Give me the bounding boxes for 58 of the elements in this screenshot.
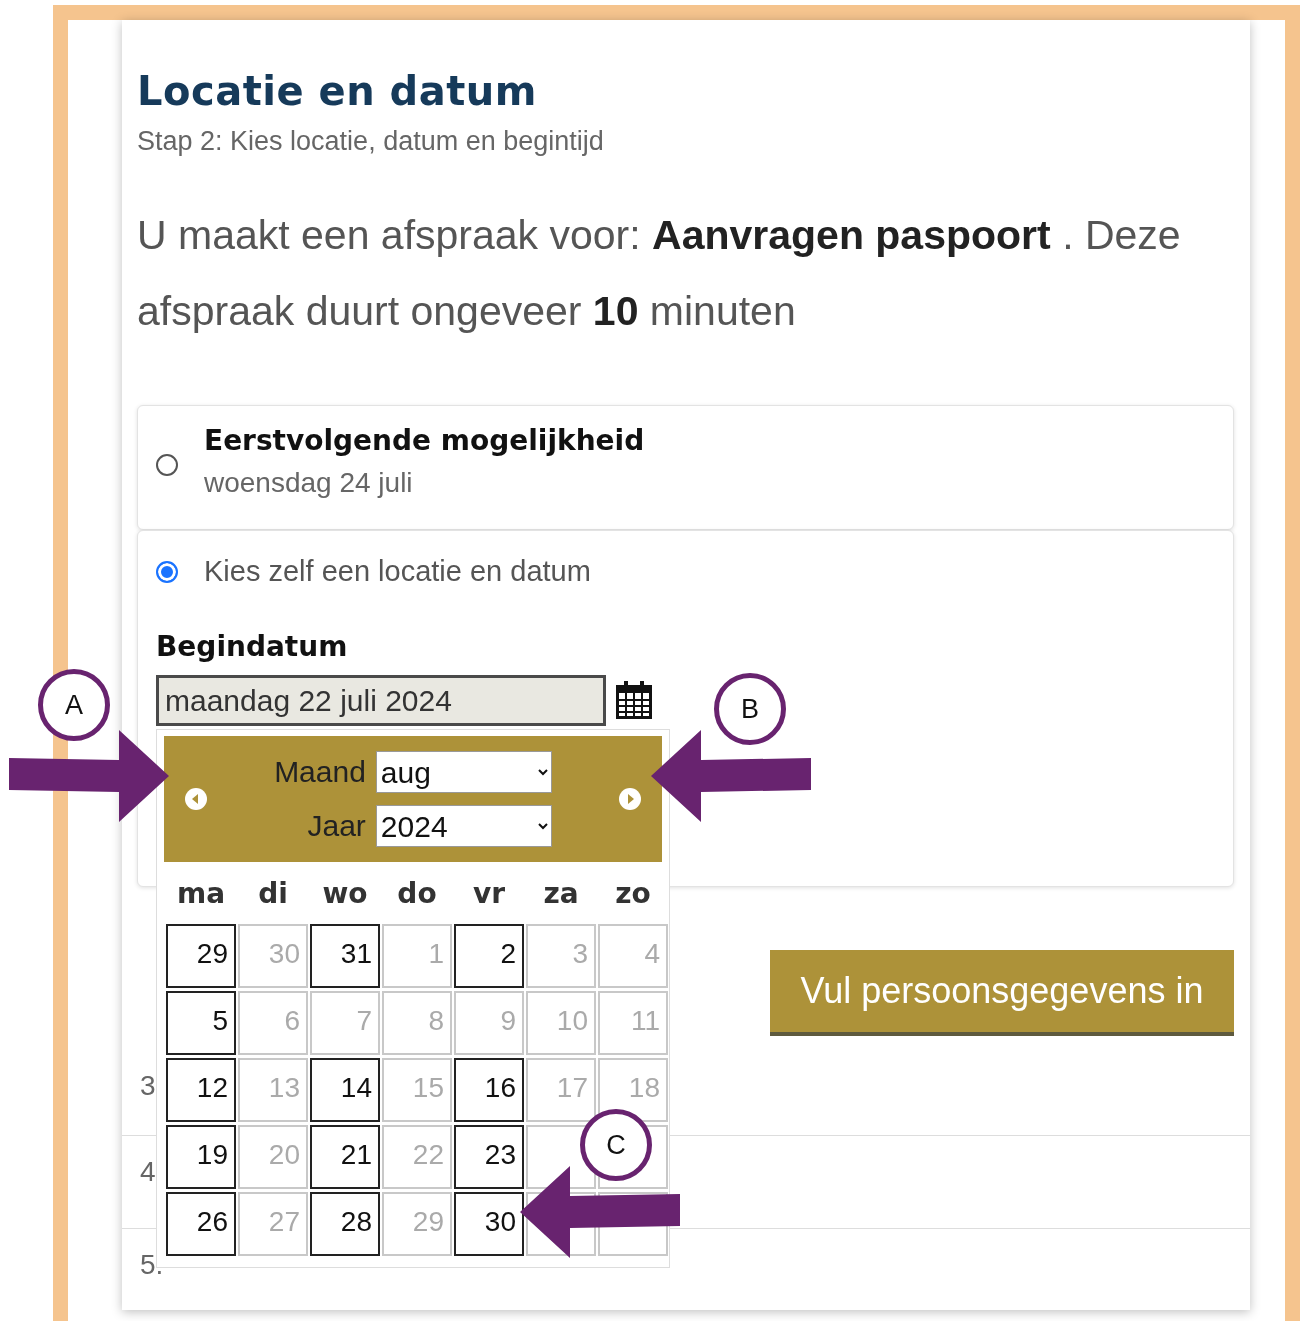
callout-badge: A — [38, 669, 110, 741]
calendar-day: 1 — [382, 924, 452, 988]
month-label: Maand — [274, 755, 366, 789]
calendar-day: 15 — [382, 1058, 452, 1122]
calendar-day: 20 — [238, 1125, 308, 1189]
weekday-label: za — [542, 876, 580, 910]
calendar-day: 27 — [238, 1192, 308, 1256]
previous-month-icon[interactable] — [184, 787, 208, 811]
option-label[interactable]: Eerstvolgende mogelijkheid — [204, 424, 645, 457]
weekday-label: ma — [175, 876, 227, 910]
field-label: Begindatum — [156, 630, 349, 663]
calendar-day[interactable]: 2 — [454, 924, 524, 988]
calendar-icon[interactable] — [614, 680, 654, 721]
step-label: 4 — [140, 1156, 156, 1187]
step-label: 3 — [140, 1070, 156, 1101]
calendar-day[interactable]: 5 — [166, 991, 236, 1055]
year-label: Jaar — [306, 809, 366, 843]
calendar-day: 10 — [526, 991, 596, 1055]
calendar-day: 4 — [598, 924, 668, 988]
weekday-label: vr — [471, 876, 507, 910]
calendar-day: 22 — [382, 1125, 452, 1189]
calendar-day[interactable]: 21 — [310, 1125, 380, 1189]
option-label[interactable]: Kies zelf een locatie en datum — [204, 555, 591, 588]
radio-button[interactable] — [156, 561, 178, 583]
calendar-day: 29 — [382, 1192, 452, 1256]
calendar-day: 11 — [598, 991, 668, 1055]
calendar-day: 13 — [238, 1058, 308, 1122]
radio-button[interactable] — [156, 454, 178, 476]
calendar-day[interactable]: 23 — [454, 1125, 524, 1189]
step-subtitle: Stap 2: Kies locatie, datum en begintijd — [137, 126, 605, 157]
option-detail: woensdag 24 juli — [204, 467, 414, 499]
calendar-day: 17 — [526, 1058, 596, 1122]
calendar-day[interactable]: 30 — [454, 1192, 524, 1256]
calendar-day: 7 — [310, 991, 380, 1055]
calendar-day[interactable]: 19 — [166, 1125, 236, 1189]
year-select[interactable]: 2024 — [375, 805, 552, 847]
next-month-icon[interactable] — [618, 787, 642, 811]
calendar-day: 9 — [454, 991, 524, 1055]
month-select[interactable]: aug — [375, 751, 552, 793]
calendar-day[interactable]: 12 — [166, 1058, 236, 1122]
step-label: 5. — [140, 1249, 164, 1280]
calendar-day: 8 — [382, 991, 452, 1055]
calendar-day[interactable]: 28 — [310, 1192, 380, 1256]
weekday-label: zo — [614, 876, 652, 910]
calendar-day: 3 — [526, 924, 596, 988]
calendar-day[interactable]: 16 — [454, 1058, 524, 1122]
page-title: Locatie en datum — [137, 68, 538, 114]
calendar-day: 6 — [238, 991, 308, 1055]
weekday-label: do — [396, 876, 438, 910]
calendar-day: 30 — [238, 924, 308, 988]
calendar-day[interactable]: 14 — [310, 1058, 380, 1122]
calendar-day[interactable]: 31 — [310, 924, 380, 988]
weekday-label: wo — [321, 876, 369, 910]
date-field[interactable]: maandag 22 juli 2024 — [156, 675, 606, 726]
calendar-day[interactable]: 29 — [166, 924, 236, 988]
calendar-day[interactable]: 26 — [166, 1192, 236, 1256]
weekday-label: di — [257, 876, 289, 910]
intro-text: U maakt een afspraak voor: Aanvragen paspoort . Deze afspraak duurt ongeveer 10 minuten — [137, 211, 1182, 336]
